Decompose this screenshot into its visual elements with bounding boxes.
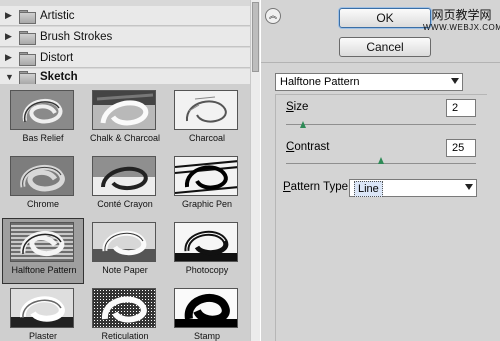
thumbnail-reticulation[interactable]: Reticulation — [84, 284, 166, 341]
thumbnail-label: Chalk & Charcoal — [89, 133, 161, 143]
thumbnail-stamp[interactable]: Stamp — [166, 284, 248, 341]
category-artistic[interactable]: ▶ Artistic — [0, 6, 250, 26]
divider — [261, 62, 500, 63]
pattern-type-label: Pattern Type: — [283, 181, 352, 193]
folder-icon — [19, 30, 36, 45]
thumbnail-halftone-pattern[interactable]: Halftone Pattern — [2, 218, 84, 284]
watermark-url: WWW.WEBJX.COM — [423, 23, 500, 32]
photocopy-preview — [174, 222, 238, 262]
category-brush-strokes[interactable]: ▶ Brush Strokes — [0, 27, 250, 47]
thumbnail-label: Reticulation — [101, 331, 149, 341]
thumbnail-label: Chrome — [26, 199, 59, 209]
thumbnail-bas-relief[interactable]: Bas Relief — [2, 86, 84, 152]
conte-crayon-preview — [92, 156, 156, 196]
thumbnail-label: Graphic Pen — [181, 199, 233, 209]
size-label: Size — [286, 101, 309, 113]
filter-list-scrollbar[interactable] — [250, 0, 260, 341]
thumbnail-label: Plaster — [28, 331, 57, 341]
size-slider-handle[interactable] — [299, 121, 307, 128]
dropdown-arrow-icon — [465, 184, 473, 190]
filter-select[interactable]: Halftone Pattern — [275, 73, 463, 91]
thumbnail-label: Charcoal — [188, 133, 226, 143]
halftone-pattern-preview — [10, 222, 74, 262]
category-label: Sketch — [40, 70, 78, 83]
charcoal-preview — [174, 90, 238, 130]
chalk-charcoal-preview — [92, 90, 156, 130]
thumbnail-chrome[interactable]: Chrome — [2, 152, 84, 218]
folder-open-icon — [19, 70, 36, 85]
expand-triangle-icon[interactable]: ▶ — [5, 52, 17, 63]
filter-settings-panel: ︽ OK Cancel 网页教学网 WWW.WEBJX.COM Halftone… — [261, 0, 500, 341]
folder-icon — [19, 51, 36, 66]
pattern-type-select[interactable]: Line — [349, 179, 477, 197]
note-paper-preview — [92, 222, 156, 262]
graphic-pen-preview — [174, 156, 238, 196]
expand-triangle-icon[interactable]: ▶ — [5, 31, 17, 42]
category-label: Brush Strokes — [40, 30, 113, 43]
thumbnail-chalk-charcoal[interactable]: Chalk & Charcoal — [84, 86, 166, 152]
size-slider-track[interactable] — [286, 124, 476, 125]
thumbnail-charcoal[interactable]: Charcoal — [166, 86, 248, 152]
folder-icon — [19, 9, 36, 24]
site-watermark: 网页教学网 WWW.WEBJX.COM — [423, 6, 500, 32]
filter-options-group — [275, 94, 487, 341]
sketch-thumbnail-grid: Bas Relief Chalk & Charcoal Charcoal Chr… — [0, 84, 250, 341]
collapse-double-chevron-icon[interactable]: ︽ — [265, 8, 281, 24]
thumbnail-note-paper[interactable]: Note Paper — [84, 218, 166, 284]
size-input[interactable]: 2 — [446, 99, 476, 117]
thumbnail-conte-crayon[interactable]: Conté Crayon — [84, 152, 166, 218]
category-label: Distort — [40, 51, 74, 64]
cancel-button[interactable]: Cancel — [339, 37, 431, 57]
watermark-title: 网页教学网 — [431, 8, 492, 22]
stamp-preview — [174, 288, 238, 328]
thumbnail-plaster[interactable]: Plaster — [2, 284, 84, 341]
contrast-slider-handle[interactable] — [377, 157, 385, 164]
category-distort[interactable]: ▶ Distort — [0, 48, 250, 68]
category-sketch[interactable]: ▼ Sketch — [0, 69, 250, 85]
thumbnail-label: Photocopy — [185, 265, 229, 275]
plaster-preview — [10, 288, 74, 328]
contrast-input[interactable]: 25 — [446, 139, 476, 157]
expand-triangle-icon[interactable]: ▶ — [5, 10, 17, 21]
thumbnail-label: Conté Crayon — [97, 199, 153, 209]
thumbnail-label: Bas Relief — [22, 133, 64, 143]
dropdown-arrow-icon — [451, 78, 459, 84]
thumbnail-label: Stamp — [193, 331, 220, 341]
chrome-preview — [10, 156, 74, 196]
filter-browser-panel: ▶ Artistic ▶ Brush Strokes ▶ Distort ▼ S… — [0, 0, 260, 341]
pattern-type-value: Line — [354, 181, 383, 197]
ok-button[interactable]: OK — [339, 8, 431, 28]
reticulation-preview — [92, 288, 156, 328]
bas-relief-preview — [10, 90, 74, 130]
thumbnail-label: Halftone Pattern — [11, 265, 77, 275]
thumbnail-graphic-pen[interactable]: Graphic Pen — [166, 152, 248, 218]
contrast-label: Contrast — [286, 141, 330, 153]
collapse-triangle-icon[interactable]: ▼ — [5, 72, 17, 82]
thumbnail-photocopy[interactable]: Photocopy — [166, 218, 248, 284]
thumbnail-label: Note Paper — [102, 265, 148, 275]
filter-select-value: Halftone Pattern — [280, 76, 360, 88]
scrollbar-thumb[interactable] — [252, 2, 259, 72]
category-label: Artistic — [40, 9, 75, 22]
